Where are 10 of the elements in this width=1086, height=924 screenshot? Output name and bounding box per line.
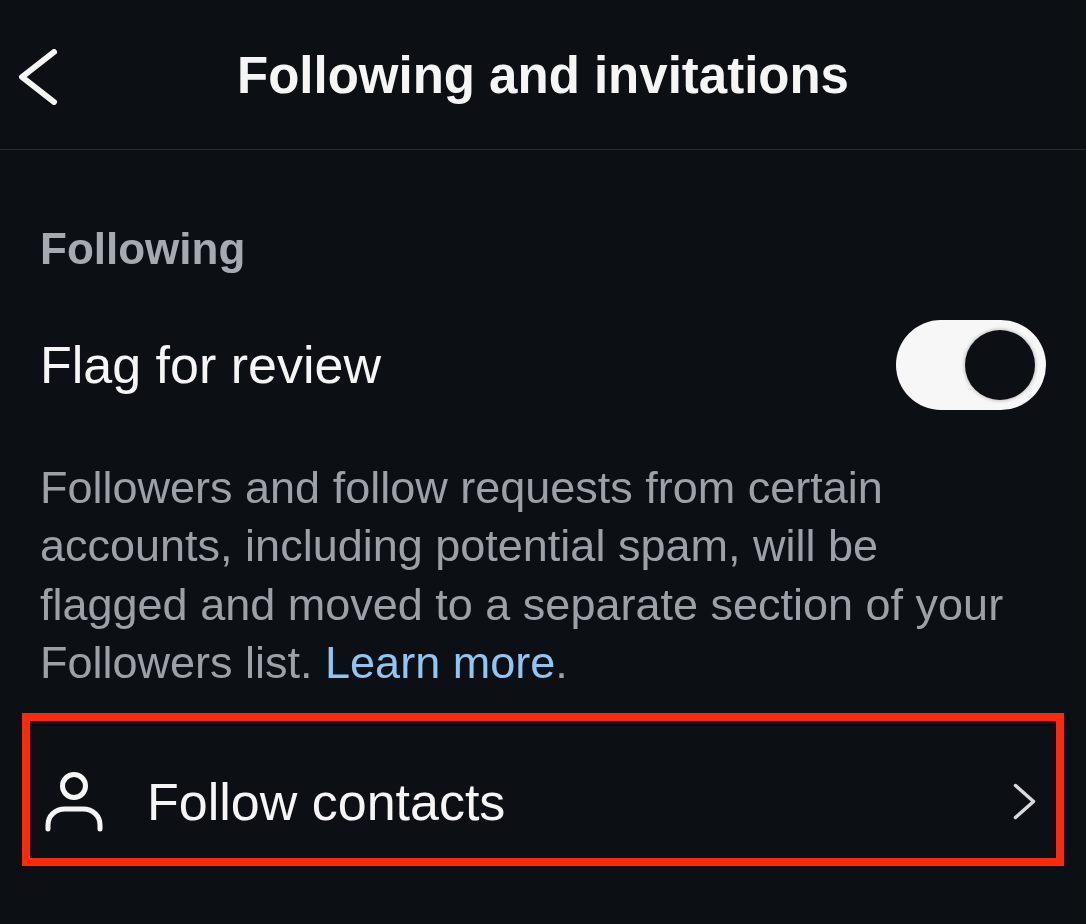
setting-label: Flag for review: [40, 335, 381, 395]
page-title: Following and invitations: [237, 45, 849, 106]
chevron-right-icon: [1013, 783, 1036, 821]
person-icon: [45, 771, 103, 832]
description-text: Followers and follow requests from certain accounts, including potential spam, will be flagged and moved to a separate section of your Followers list. Learn more.: [40, 461, 1005, 690]
section-heading: Following: [40, 224, 246, 274]
back-button[interactable]: [18, 48, 58, 105]
back-icon: [18, 48, 58, 105]
follow-contacts-item[interactable]: Follow contacts: [22, 713, 1064, 867]
learn-more-link[interactable]: Learn more: [325, 636, 556, 688]
